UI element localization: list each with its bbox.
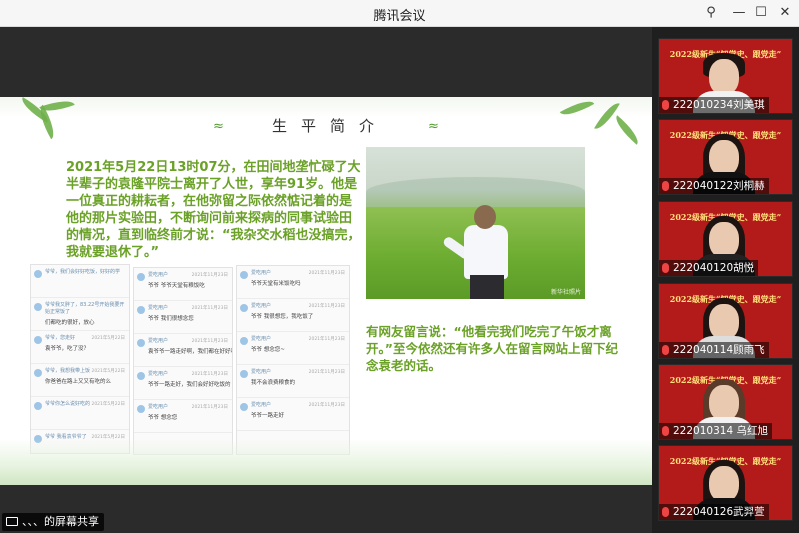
bamboo-leaf-icon [610,115,644,145]
participant-name: 222010234刘美琪 [659,97,769,113]
list-item: 爱吃用户 2021年11月23日 爷爷 想念您~ [237,332,349,365]
list-item: 爷爷我又胖了，83.22号开始我要开始正常饭了 们都吃的很好，放心 [31,298,129,331]
participant-name: 222040114顾雨飞 [659,342,769,358]
participant-tile[interactable]: 2022级新生“知党史、跟党走” 222040114顾雨飞 [658,283,793,359]
mic-icon [662,426,669,436]
mic-icon [662,100,669,110]
list-item: 爷爷，我们会好好吃饭，好好的学 [31,265,129,298]
slide-title: 生平简介 [271,117,388,135]
monitor-icon [6,517,18,526]
comment-panel-3: 爱吃用户 2021年11月23日 爷爷天堂有米饭吃吗 爱吃用户 2021年11月23日… [236,265,350,455]
list-item: 爱吃用户 2021年11月23日 爷爷 我们很想念您 [134,301,232,334]
slide-top-band [0,97,652,117]
participant-name: 222040122刘桐赫 [659,178,769,194]
slide-lead-text: 2021年5月22日13时07分，在田间地垄忙碌了大半辈子的袁隆平院士离开了人世… [66,160,361,260]
yuan-longping-photo: 新华社照片 [366,147,585,299]
list-item: 爱吃用户 2021年11月23日 袁爷爷一路走好啊，我们都在好好吃饭 [134,334,232,367]
participant-name: 222040120胡悦 [659,260,759,276]
list-item: 爱吃用户 2021年11月23日 爷爷天堂有米饭吃吗 [237,266,349,299]
pin-icon[interactable]: ⚲ [700,3,722,23]
screen-share-label: 、、、的屏幕共享 [2,513,104,531]
comment-panel-2: 爱吃用户 2021年11月23日 爷爷 爷爷天堂有粮饭吃 爱吃用户 2021年11月2… [133,267,233,455]
photo-caption: 新华社照片 [550,289,581,296]
mic-icon [662,345,669,355]
mic-icon [662,507,669,517]
participant-tile[interactable]: 2022级新生“知党史、跟党走” 222010314 乌红旭 [658,364,793,440]
list-item: 爱吃用户 2021年11月23日 爷爷 爷爷天堂有粮饭吃 [134,268,232,301]
mic-icon [662,263,669,273]
maximize-button[interactable]: ☐ [750,3,772,23]
minimize-button[interactable]: — [728,3,750,23]
list-item: 爱吃用户 2021年11月23日 爷爷一路走好，我们会好好吃饭的 [134,367,232,400]
wave-right-icon: ≈ [428,119,439,134]
shared-screen: ≈ 生平简介 ≈ 2021年5月22日13时07分，在田间地垄忙碌了大半辈子的袁… [0,97,652,485]
list-item: 爱吃用户 2021年11月23日 我不会浪费粮食的 [237,365,349,398]
list-item: 爱吃用户 2021年11月23日 爷爷 想念您 [134,400,232,433]
title-bar: 腾讯会议 ⚲ — ☐ ✕ [0,0,799,27]
slide-grass-decoration [0,439,652,485]
main-stage: ≈ 生平简介 ≈ 2021年5月22日13时07分，在田间地垄忙碌了大半辈子的袁… [0,27,652,533]
participant-name: 222040126武羿萱 [659,504,769,520]
participant-tile[interactable]: 2022级新生“知党史、跟党走” 222040122刘桐赫 [658,119,793,195]
list-item: 爱吃用户 2021年11月23日 爷爷一路走好 [237,398,349,431]
list-item: 爱吃用户 2021年11月23日 爷爷 我很想您，我吃饭了 [237,299,349,332]
list-item: 爷爷，我想我带上饭 2021年5月22日 你爸爸在路上又又有吃的么 [31,364,129,397]
close-button[interactable]: ✕ [774,3,796,23]
list-item: 爷爷你怎么说好吃的 2021年5月22日 [31,397,129,430]
comment-panel-1: 爷爷，我们会好好吃饭，好好的学 爷爷我又胖了，83.22号开始我要开始正常饭了们… [30,264,130,454]
participant-name: 222010314 乌红旭 [659,423,772,439]
mic-icon [662,181,669,191]
participant-tile[interactable]: 2022级新生“知党史、跟党走” 222010234刘美琪 [658,38,793,114]
participant-tile[interactable]: 2022级新生“知党史、跟党走” 222040120胡悦 [658,201,793,277]
participant-tile[interactable]: 2022级新生“知党史、跟党走” 222040126武羿萱 [658,445,793,521]
window-title: 腾讯会议 [373,9,426,24]
slide-quote-text: 有网友留言说：“他看完我们吃完了午饭才离开。”至今依然还有许多人在留言网站上留下… [366,324,618,373]
list-item: 爷爷，您走好 2021年5月22日 袁爷爷，吃了没？ [31,331,129,364]
